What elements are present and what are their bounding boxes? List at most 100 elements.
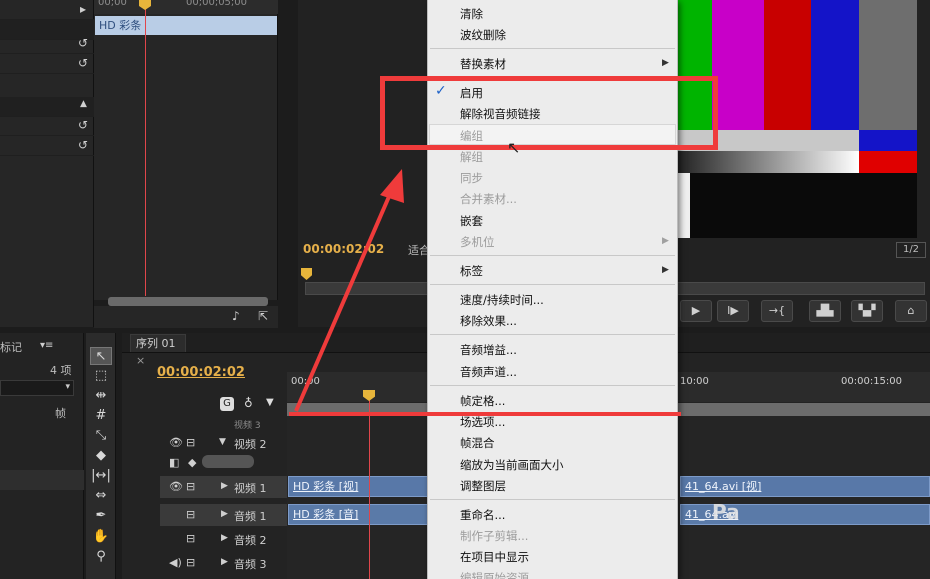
reset-icon[interactable]: ↺: [78, 36, 88, 50]
close-icon[interactable]: ×: [136, 354, 145, 367]
menu-item-scale-to-frame[interactable]: 缩放为当前画面大小: [460, 457, 564, 473]
zoom-tool-icon[interactable]: ⚲: [90, 548, 112, 566]
menu-item-audio-gain[interactable]: 音频增益...: [460, 342, 517, 358]
export-frame-button[interactable]: ⌂: [895, 300, 927, 322]
audio-scrub-icon[interactable]: ♪: [232, 309, 240, 323]
reset-icon[interactable]: ↺: [78, 118, 88, 132]
eye-icon[interactable]: 👁: [169, 436, 183, 449]
rate-stretch-tool-icon[interactable]: ⤡: [90, 427, 112, 445]
menu-item-clear[interactable]: 清除: [460, 6, 483, 22]
resolution-select[interactable]: 1/2: [896, 242, 926, 258]
project-dropdown[interactable]: ▾: [0, 380, 74, 396]
menu-item-field-options[interactable]: 场选项...: [460, 414, 505, 430]
effect-row: ↺: [0, 136, 94, 156]
effect-timeline-ruler[interactable]: 00;00 00;00;05;00: [94, 0, 278, 14]
pen-tool-icon[interactable]: ✒: [90, 507, 112, 525]
lift-button[interactable]: ▟▙: [809, 300, 841, 322]
ruler-tick-label: 00:00:15:00: [841, 376, 903, 387]
submenu-arrow-icon: ▶: [662, 58, 669, 68]
menu-separator: [430, 284, 675, 285]
menu-item-rename[interactable]: 重命名...: [460, 507, 505, 523]
selection-tool-icon[interactable]: ↖: [90, 347, 112, 365]
menu-item-ungroup[interactable]: 解组: [460, 149, 483, 165]
reset-icon[interactable]: ↺: [78, 138, 88, 152]
effect-row: ↺: [0, 116, 94, 136]
menu-item-audio-channels[interactable]: 音频声道...: [460, 364, 517, 380]
eye-icon[interactable]: 👁: [169, 480, 183, 493]
extract-button[interactable]: ▚▞: [851, 300, 883, 322]
marker-icon[interactable]: ♁: [244, 396, 253, 410]
expand-track-icon[interactable]: ▶: [221, 481, 228, 491]
ripple-edit-tool-icon[interactable]: ⇹: [90, 387, 112, 405]
bar-red: [764, 0, 811, 130]
bar-blue: [811, 0, 859, 130]
keyframe-nav[interactable]: [202, 455, 254, 468]
menu-item-frame-hold[interactable]: 帧定格...: [460, 393, 505, 409]
track-label-video1: 视频 1: [234, 482, 267, 495]
speaker-icon[interactable]: ◀): [169, 556, 182, 569]
chevron-down-icon[interactable]: ▼: [219, 437, 226, 447]
menu-item-frame-blend[interactable]: 帧混合: [460, 435, 495, 451]
add-marker-icon[interactable]: ▼: [266, 397, 274, 408]
expand-track-icon[interactable]: ▶: [221, 533, 228, 543]
rolling-edit-tool-icon[interactable]: #: [90, 407, 112, 425]
menu-item-nest[interactable]: 嵌套: [460, 213, 483, 229]
panel-menu-icon[interactable]: ▾≡: [40, 340, 66, 354]
menu-item-replace-footage[interactable]: 替换素材: [460, 56, 506, 72]
add-keyframe-icon[interactable]: ◆: [188, 456, 196, 469]
collapse-icon[interactable]: ▲: [80, 99, 87, 109]
tab-markers[interactable]: 标记: [0, 339, 38, 357]
bar-gray: [859, 0, 917, 130]
watermark: Pa: [712, 500, 740, 524]
reset-icon[interactable]: ↺: [78, 56, 88, 70]
arrow-head: [380, 169, 404, 203]
menu-item-make-subclip[interactable]: 制作子剪辑...: [460, 528, 528, 544]
export-icon[interactable]: ⇱: [258, 309, 268, 323]
sync-lock-icon[interactable]: ⊟: [186, 532, 195, 545]
bar-gradient: [678, 151, 859, 173]
menu-item-merge-clips[interactable]: 合并素材...: [460, 191, 517, 207]
sync-lock-icon[interactable]: ⊟: [186, 556, 195, 569]
clip-audio-bars[interactable]: HD 彩条 [音]: [288, 504, 428, 525]
menu-separator: [430, 48, 675, 49]
mouse-cursor-icon: ↖: [507, 138, 521, 157]
sequence-playhead-line: [369, 392, 370, 579]
expand-track-icon[interactable]: ▶: [221, 509, 228, 519]
sync-lock-icon[interactable]: ⊟: [186, 436, 195, 449]
column-header-frame[interactable]: 帧: [55, 405, 66, 421]
effect-clip-bar[interactable]: HD 彩条: [95, 16, 277, 35]
bar-magenta: [712, 0, 764, 130]
expand-track-icon[interactable]: ▶: [221, 557, 228, 567]
play-small-icon[interactable]: ▸: [80, 2, 86, 16]
menu-item-multicam[interactable]: 多机位: [460, 234, 495, 250]
scrollbar[interactable]: [108, 297, 268, 306]
razor-tool-icon[interactable]: ◆: [90, 447, 112, 465]
menu-separator: [430, 255, 675, 256]
sequence-timecode[interactable]: 00:00:02:02: [157, 365, 245, 380]
menu-item-sync[interactable]: 同步: [460, 170, 483, 186]
menu-item-label[interactable]: 标签: [460, 263, 483, 279]
menu-item-ripple-delete[interactable]: 波纹删除: [460, 27, 506, 43]
slide-tool-icon[interactable]: ⇔: [90, 487, 112, 505]
effect-footer: ♪ ⇱: [94, 306, 278, 328]
clip-video-avi[interactable]: 41_64.avi [视]: [680, 476, 930, 497]
menu-item-edit-original[interactable]: 编辑原始资源: [460, 570, 529, 579]
menu-item-speed-duration[interactable]: 速度/持续时间...: [460, 292, 544, 308]
sync-lock-icon[interactable]: ⊟: [186, 508, 195, 521]
snap-icon[interactable]: G: [220, 397, 234, 411]
keyframe-icon[interactable]: ◧: [169, 456, 179, 469]
step-forward-button[interactable]: I▶: [717, 300, 749, 322]
play-button[interactable]: ▶: [680, 300, 712, 322]
menu-item-reveal-in-project[interactable]: 在项目中显示: [460, 549, 529, 565]
tab-sequence-01[interactable]: 序列 01 ×: [130, 334, 186, 367]
effect-timeline: [94, 0, 278, 300]
slip-tool-icon[interactable]: |↔|: [90, 467, 112, 485]
go-to-next-edit-button[interactable]: →{: [761, 300, 793, 322]
track-select-tool-icon[interactable]: ⬚: [90, 367, 112, 385]
menu-item-adjustment-layer[interactable]: 调整图层: [460, 478, 506, 494]
clip-video-bars[interactable]: HD 彩条 [视]: [288, 476, 428, 497]
sync-lock-icon[interactable]: ⊟: [186, 480, 195, 493]
hand-tool-icon[interactable]: ✋: [90, 528, 112, 546]
menu-item-remove-effects[interactable]: 移除效果...: [460, 313, 517, 329]
project-row-selected[interactable]: [0, 470, 84, 490]
